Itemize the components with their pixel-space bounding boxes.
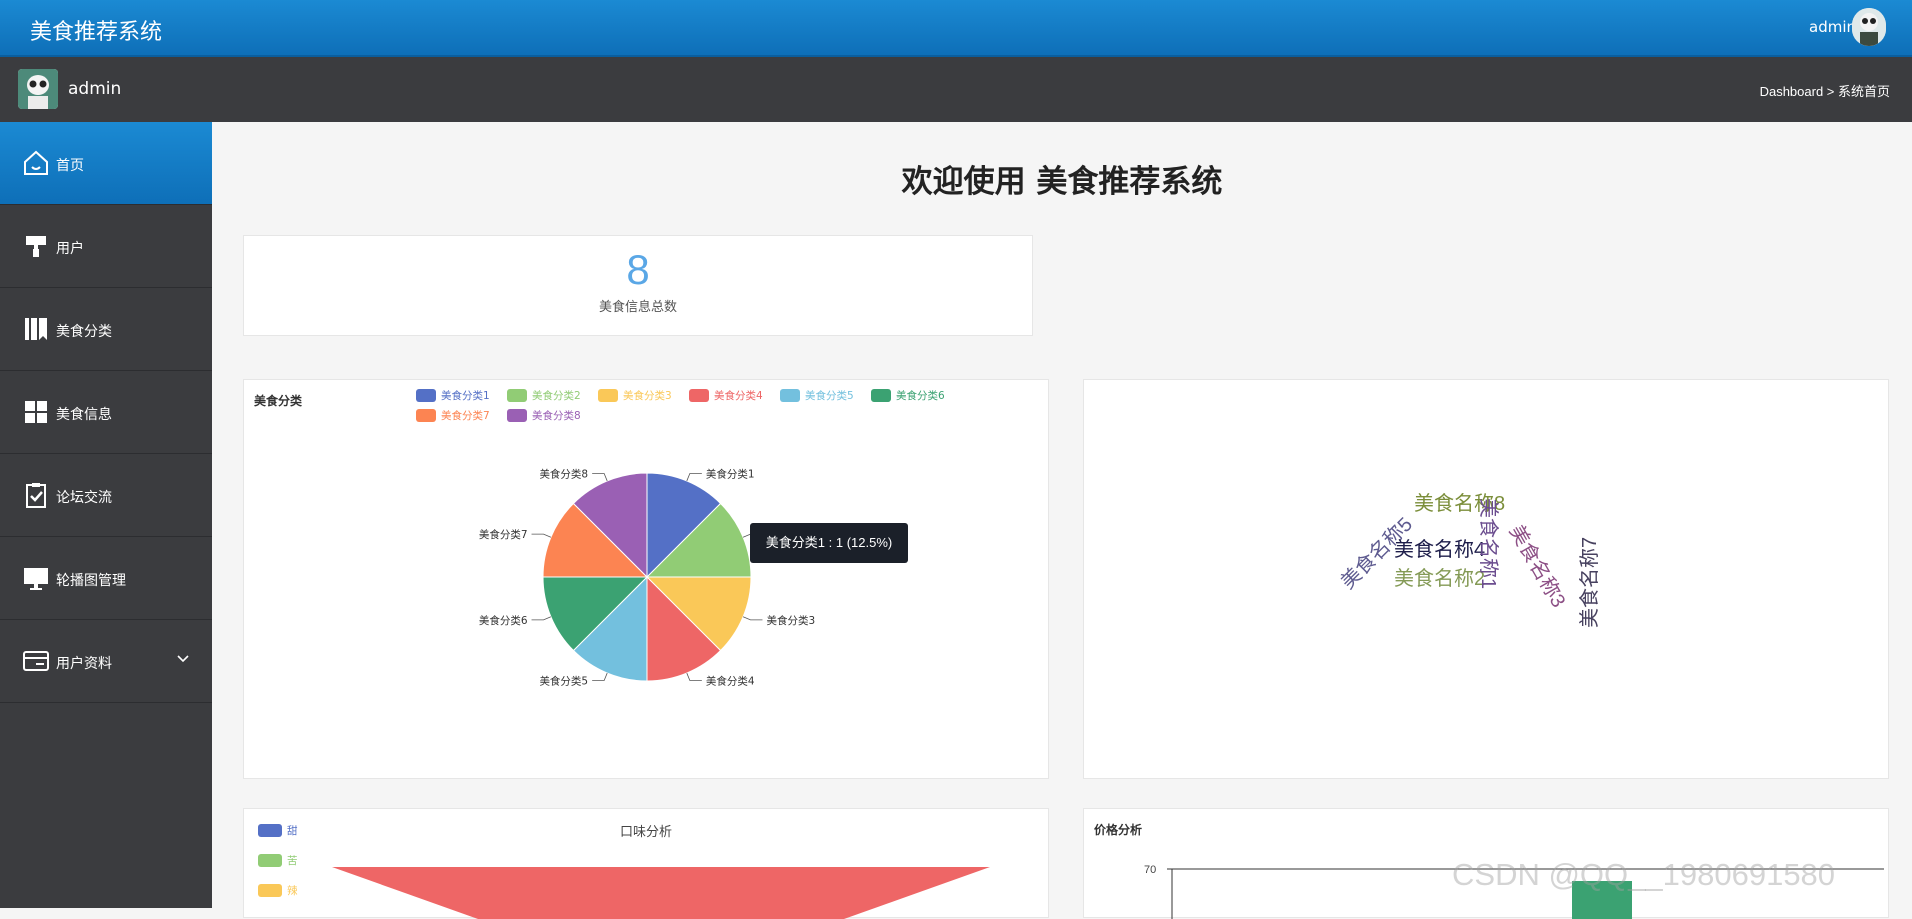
sidebar-item-carousel[interactable]: 轮播图管理	[0, 537, 212, 620]
pie-label-line	[742, 616, 763, 621]
word: 美食名称2	[1394, 567, 1485, 590]
word: 美食名称7	[1578, 537, 1601, 628]
monitor-icon	[22, 564, 50, 592]
pie-tooltip: 美食分类1 : 1 (12.5%)	[750, 523, 908, 563]
pie-label-line	[531, 616, 552, 621]
sidebar-item-label: 美食信息	[56, 407, 112, 423]
app-title: 美食推荐系统	[30, 20, 163, 45]
word: 美食名称1	[1477, 498, 1500, 589]
pie-label-line	[531, 533, 552, 538]
wordcloud-card: 美食名称8 美食名称5 美食名称4 美食名称2 美食名称1 美食名称3 美食名称…	[1083, 379, 1889, 779]
sidebar-item-forum[interactable]: 论坛交流	[0, 454, 212, 537]
clipboard-check-icon	[22, 481, 50, 509]
pie-label: 美食分类6	[479, 614, 528, 627]
wordcloud: 美食名称8 美食名称5 美食名称4 美食名称2 美食名称1 美食名称3 美食名称…	[1336, 492, 1601, 628]
books-icon	[22, 315, 50, 343]
stat-value: 8	[626, 246, 650, 293]
pie-chart-card: 美食分类 美食分类1 美食分类2 美食分类3 美食分类4 美食分类5 美食分类6 美食分类7…	[243, 379, 1049, 779]
watermark: CSDN @QQ__1980691580	[1452, 857, 1836, 892]
taste-chart-card: 口味分析 甜苦辣	[243, 808, 1049, 919]
user-avatar[interactable]	[18, 69, 58, 109]
y-tick-label: 70	[1144, 864, 1156, 876]
pie-label-line	[592, 473, 608, 482]
chevron-down-icon[interactable]	[176, 652, 190, 670]
top-header: 美食推荐系统 admin	[0, 0, 1912, 57]
pie-label: 美食分类5	[539, 674, 588, 687]
pie-label-line	[686, 672, 702, 681]
sidebar-username: admin	[68, 79, 122, 99]
card-icon	[22, 647, 50, 675]
funnel-chart	[332, 867, 990, 919]
sidebar-item-label: 用户资料	[56, 656, 112, 672]
breadcrumb[interactable]: Dashboard > 系统首页	[1760, 81, 1890, 100]
grid-icon	[22, 398, 50, 426]
pie-label: 美食分类7	[479, 528, 528, 541]
pie-label: 美食分类4	[706, 674, 755, 687]
sub-header: admin Dashboard > 系统首页	[0, 57, 1912, 122]
header-avatar[interactable]	[1852, 8, 1886, 46]
word: 美食名称4	[1394, 538, 1485, 561]
sidebar-item-label: 美食分类	[56, 324, 112, 340]
header-username[interactable]: admin	[1809, 18, 1856, 36]
sidebar-item-label: 论坛交流	[56, 490, 112, 506]
word: 美食名称3	[1505, 521, 1570, 611]
pie-label-line	[592, 672, 608, 681]
pie-label: 美食分类8	[539, 468, 588, 481]
sidebar-item-label: 轮播图管理	[56, 573, 126, 589]
sidebar-item-users[interactable]: 用户	[0, 205, 212, 288]
sidebar-item-food-category[interactable]: 美食分类	[0, 288, 212, 371]
sidebar-item-food-info[interactable]: 美食信息	[0, 371, 212, 454]
sidebar-item-label: 首页	[56, 158, 84, 174]
paint-roller-icon	[22, 232, 50, 260]
sidebar-item-label: 用户	[56, 241, 84, 257]
page-title: 欢迎使用 美食推荐系统	[901, 164, 1223, 200]
stat-label: 美食信息总数	[598, 300, 677, 315]
home-icon	[22, 149, 50, 177]
sidebar: 首页 用户 美食分类 美食信息 论坛交流 轮播图管理 用户资料	[0, 122, 212, 908]
stat-card: 8 美食信息总数	[243, 235, 1033, 336]
pie-chart: 美食分类1美食分类2美食分类3美食分类4美食分类5美食分类6美食分类7美食分类8	[479, 468, 815, 688]
sidebar-item-user-profile[interactable]: 用户资料	[0, 620, 212, 703]
funnel-segment	[332, 867, 990, 919]
main-content: 欢迎使用 美食推荐系统 8 美食信息总数 美食分类 美食分类1 美食分类2 美食分类…	[212, 122, 1912, 919]
sidebar-item-home[interactable]: 首页	[0, 122, 212, 205]
pie-label-line	[686, 473, 702, 482]
pie-label: 美食分类3	[766, 614, 815, 627]
pie-label: 美食分类1	[706, 468, 755, 481]
